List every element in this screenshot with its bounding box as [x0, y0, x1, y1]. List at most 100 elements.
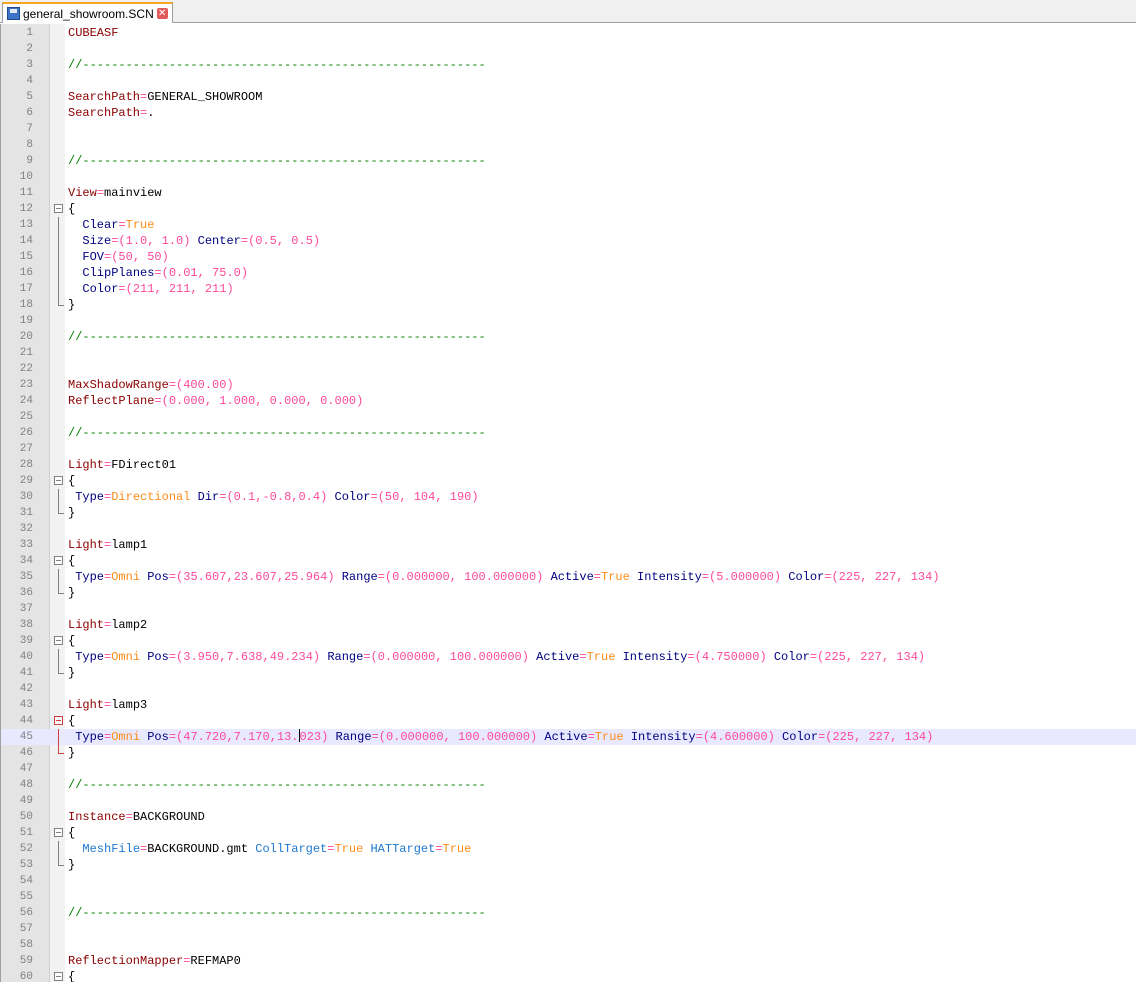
code-token: 225 [824, 650, 846, 664]
code-line[interactable]: 4 [1, 73, 1136, 89]
code-line[interactable]: 35 Type=Omni Pos=(35.607,23.607,25.964) … [1, 569, 1136, 585]
line-number: 46 [19, 747, 33, 759]
code-token: -0.8 [262, 490, 292, 504]
code-line[interactable]: 58 [1, 937, 1136, 953]
code-line[interactable]: 56 //------------------------------------… [1, 905, 1136, 921]
code-text: } [68, 585, 75, 601]
code-line[interactable]: 40 Type=Omni Pos=(3.950,7.638,49.234) Ra… [1, 649, 1136, 665]
code-line[interactable]: 33 Light=lamp1 [1, 537, 1136, 553]
current-code-line[interactable]: 45 Type=Omni Pos=(47.720,7.170,13.023) R… [1, 729, 1136, 745]
code-token: , [399, 490, 414, 504]
code-token: = [96, 186, 105, 200]
code-token: ) [312, 234, 321, 248]
code-token: 0.5 [255, 234, 277, 248]
code-token: Pos [147, 730, 169, 744]
code-line[interactable]: 28 Light=FDirect01 [1, 457, 1136, 473]
code-line[interactable]: 59 ReflectionMapper=REFMAP0 [1, 953, 1136, 969]
code-line[interactable]: 18} [1, 297, 1136, 313]
code-line[interactable]: 37 [1, 601, 1136, 617]
fold-toggle-icon[interactable] [54, 473, 69, 489]
code-line[interactable]: 7 [1, 121, 1136, 137]
code-token: ) [312, 650, 328, 664]
code-line[interactable]: 50 Instance=BACKGROUND [1, 809, 1136, 825]
code-line[interactable]: 2 [1, 41, 1136, 57]
code-token: , [262, 650, 270, 664]
code-token: ) [471, 490, 479, 504]
code-line[interactable]: 21 [1, 345, 1136, 361]
code-line[interactable]: 15 FOV=(50, 50) [1, 249, 1136, 265]
code-line[interactable]: 39 { [1, 633, 1136, 649]
fold-marker-shape [54, 476, 63, 485]
code-line[interactable]: 17 Color=(211, 211, 211) [1, 281, 1136, 297]
code-line[interactable]: 19 [1, 313, 1136, 329]
line-number: 30 [19, 491, 33, 503]
code-line[interactable]: 54 [1, 873, 1136, 889]
fold-end-marker [54, 505, 69, 521]
code-line[interactable]: 46} [1, 745, 1136, 761]
code-line[interactable]: 36} [1, 585, 1136, 601]
code-line[interactable]: 11 View=mainview [1, 185, 1136, 201]
fold-toggle-icon[interactable] [54, 825, 69, 841]
close-icon[interactable]: ✕ [156, 8, 168, 19]
code-line[interactable]: 60 { [1, 969, 1136, 982]
code-line[interactable]: 20 //------------------------------------… [1, 329, 1136, 345]
fold-toggle-icon[interactable] [54, 969, 69, 982]
code-line[interactable]: 9 //-------------------------------------… [1, 153, 1136, 169]
code-line[interactable]: 41} [1, 665, 1136, 681]
code-line[interactable]: 38 Light=lamp2 [1, 617, 1136, 633]
code-token: =( [371, 730, 386, 744]
line-number: 4 [26, 75, 33, 87]
code-token: , [854, 730, 869, 744]
code-text: } [68, 297, 75, 313]
line-number: 17 [19, 283, 33, 295]
code-line[interactable]: 22 [1, 361, 1136, 377]
fold-toggle-icon[interactable] [54, 713, 69, 729]
fold-toggle-icon[interactable] [54, 201, 69, 217]
code-line[interactable]: 12 { [1, 201, 1136, 217]
code-token: ) [226, 378, 234, 392]
code-line[interactable]: 49 [1, 793, 1136, 809]
code-line[interactable]: 6 SearchPath=. [1, 105, 1136, 121]
code-line[interactable]: 3 //-------------------------------------… [1, 57, 1136, 73]
code-line[interactable]: 30 Type=Directional Dir=(0.1,-0.8,0.4) C… [1, 489, 1136, 505]
code-text: Type=Omni Pos=(47.720,7.170,13.023) Rang… [68, 729, 933, 745]
code-line[interactable]: 14 Size=(1.0, 1.0) Center=(0.5, 0.5) [1, 233, 1136, 249]
code-line[interactable]: 13 Clear=True [1, 217, 1136, 233]
fold-toggle-icon[interactable] [54, 553, 69, 569]
code-line[interactable]: 31} [1, 505, 1136, 521]
fold-toggle-icon[interactable] [54, 633, 69, 649]
code-line[interactable]: 29 { [1, 473, 1136, 489]
code-line[interactable]: 8 [1, 137, 1136, 153]
code-line[interactable]: 25 [1, 409, 1136, 425]
code-line[interactable]: 26 //------------------------------------… [1, 425, 1136, 441]
code-line[interactable]: 47 [1, 761, 1136, 777]
fold-marker-shape [54, 556, 63, 565]
code-token: , [226, 730, 234, 744]
code-token: , [305, 394, 321, 408]
code-line[interactable]: 5 SearchPath=GENERAL_SHOWROOM [1, 89, 1136, 105]
code-line[interactable]: 48 //------------------------------------… [1, 777, 1136, 793]
code-line[interactable]: 53} [1, 857, 1136, 873]
code-line[interactable]: 10 [1, 169, 1136, 185]
code-line[interactable]: 57 [1, 921, 1136, 937]
code-line[interactable]: 52 MeshFile=BACKGROUND.gmt CollTarget=Tr… [1, 841, 1136, 857]
code-line[interactable]: 51 { [1, 825, 1136, 841]
code-line[interactable]: 42 [1, 681, 1136, 697]
code-line[interactable]: 34 { [1, 553, 1136, 569]
code-line[interactable]: 23 MaxShadowRange=(400.00) [1, 377, 1136, 393]
code-line[interactable]: 1 CUBEASF [1, 25, 1136, 41]
code-line[interactable]: 27 [1, 441, 1136, 457]
code-line[interactable]: 16 ClipPlanes=(0.01, 75.0) [1, 265, 1136, 281]
code-line[interactable]: 24 ReflectPlane=(0.000, 1.000, 0.000, 0.0… [1, 393, 1136, 409]
code-line[interactable]: 32 [1, 521, 1136, 537]
code-token: //--------------------------------------… [68, 778, 486, 792]
code-token: 0.000000 [377, 650, 436, 664]
fold-marker-shape [58, 841, 59, 857]
tab-general-showroom[interactable]: general_showroom.SCN ✕ [2, 2, 173, 23]
code-line[interactable]: 55 [1, 889, 1136, 905]
code-token: 100.000000 [464, 570, 537, 584]
code-editor[interactable]: 1 CUBEASF 2 3//----------------------------… [0, 24, 1136, 982]
code-line[interactable]: 43 Light=lamp3 [1, 697, 1136, 713]
code-line[interactable]: 44 { [1, 713, 1136, 729]
